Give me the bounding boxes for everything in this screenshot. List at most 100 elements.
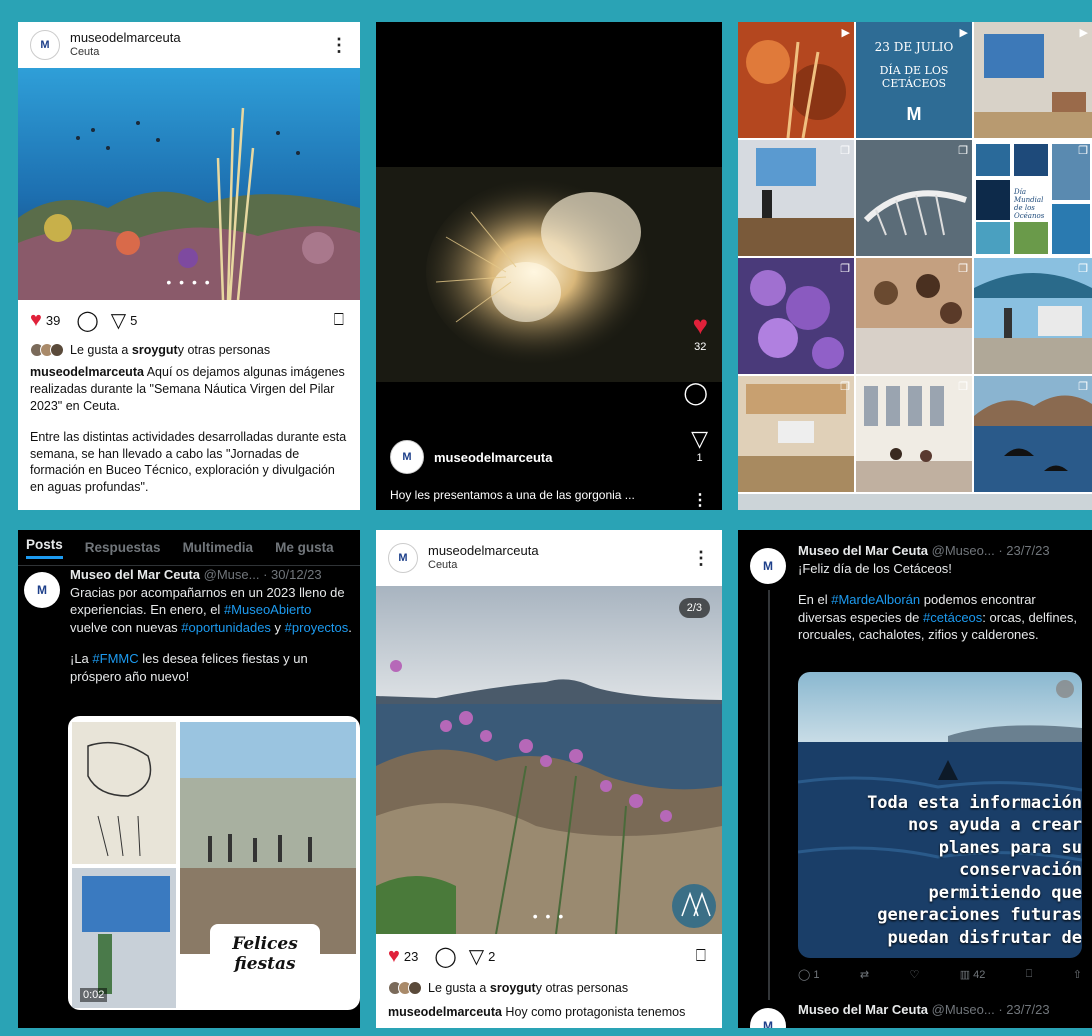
- share-icon[interactable]: ▽: [469, 944, 484, 969]
- post-caption: museodelmarceuta Hoy como protagonista t…: [388, 1005, 686, 1019]
- tweet-text: ¡Feliz día de los Cetáceos!: [798, 560, 952, 576]
- tweet-text: Gracias por acompañarnos en un 2023 llen…: [70, 584, 352, 635]
- bookmark-icon[interactable]: ⎕: [1026, 968, 1033, 981]
- views-button[interactable]: ▥ 42: [960, 968, 986, 981]
- multi-image-icon: ❐: [1078, 381, 1088, 393]
- multi-image-icon: ❐: [1078, 263, 1088, 275]
- username[interactable]: museodelmarceuta: [428, 543, 692, 559]
- location[interactable]: Ceuta: [428, 559, 692, 572]
- bookmark-icon[interactable]: ⎕: [334, 310, 344, 330]
- grid-tile[interactable]: ❐: [738, 140, 854, 256]
- reel-video[interactable]: [376, 22, 722, 382]
- post-actions: ♥ 23 ◯ ▽ 2 ⎕: [376, 934, 722, 978]
- avatar[interactable]: M: [24, 572, 60, 608]
- like-heart-icon[interactable]: ♥: [388, 945, 400, 968]
- more-options-icon[interactable]: ⋮: [692, 490, 708, 510]
- next-tweet-header[interactable]: Museo del Mar Ceuta @Museo... · 23/7/23: [798, 1002, 1050, 1017]
- post-caption: museodelmarceuta Aquí os dejamos algunas…: [30, 365, 347, 495]
- share-icon[interactable]: ⇧: [1073, 968, 1082, 981]
- avatar: [408, 981, 422, 995]
- page-indicator: 2/3: [678, 598, 710, 618]
- grid-tile[interactable]: ❐: [856, 140, 972, 256]
- image-overlay-text: Toda esta información nos ayuda a crear …: [867, 793, 1082, 948]
- like-heart-icon[interactable]: ♥: [693, 310, 708, 341]
- carousel-indicator: • • •: [532, 908, 566, 924]
- avatar[interactable]: M: [750, 548, 786, 584]
- comment-icon[interactable]: ◯: [76, 308, 98, 333]
- grid-tile[interactable]: ❐: [856, 258, 972, 374]
- shares-count: 5: [130, 312, 138, 328]
- reel-author[interactable]: M museodelmarceuta: [390, 440, 553, 474]
- post-header: M museodelmarceuta Ceuta ⋮: [376, 530, 722, 586]
- reel-icon: ▶: [1079, 27, 1088, 39]
- post-header: M museodelmarceuta Ceuta ⋮: [18, 22, 360, 68]
- media-badge-icon: [1056, 680, 1074, 698]
- multi-image-icon: ❐: [958, 145, 968, 157]
- grid-tile[interactable]: ▶: [738, 22, 854, 138]
- reel-caption[interactable]: Hoy les presentamos a una de las gorgoni…: [390, 488, 680, 502]
- shares-count: 2: [488, 948, 496, 964]
- multi-image-icon: ❐: [840, 263, 850, 275]
- shares-count: 1: [696, 452, 703, 464]
- instagram-post-panel-2: M museodelmarceuta Ceuta ⋮ 2/3 • • • ♥ 2…: [376, 530, 722, 1028]
- share-icon[interactable]: ▽: [111, 308, 126, 333]
- grid-tile[interactable]: Día Mundial de los Océanos ❐: [974, 140, 1092, 256]
- multi-image-icon: ❐: [840, 381, 850, 393]
- coast-photo: [376, 586, 722, 934]
- avatar: M: [390, 440, 424, 474]
- avatar[interactable]: M: [30, 30, 60, 60]
- likes-count: 39: [45, 312, 61, 328]
- tab-replies[interactable]: Respuestas: [85, 540, 161, 555]
- like-icon[interactable]: ♡: [909, 968, 919, 981]
- instagram-reel-panel: ♥ 32 ◯ ▽ 1 ⋮ M museodelmarceuta Hoy les …: [376, 22, 722, 510]
- grid-tile[interactable]: ❐: [974, 258, 1092, 374]
- post-actions: ♥ 39 ◯ ▽ 5 ⎕: [18, 300, 360, 340]
- author-handle: @Muse... · 30/12/23: [203, 567, 322, 582]
- x-profile-panel: Posts Respuestas Multimedia Me gusta M M…: [18, 530, 360, 1028]
- comment-icon[interactable]: ◯: [434, 944, 456, 969]
- tweet-media-collage[interactable]: Felices fiestas 0:02: [68, 716, 360, 1010]
- author-name[interactable]: Museo del Mar Ceuta: [798, 543, 928, 558]
- repost-icon[interactable]: ⇄: [860, 968, 869, 981]
- avatar[interactable]: M: [750, 1008, 786, 1028]
- avatar: [50, 343, 64, 357]
- instagram-post-panel-1: M museodelmarceuta Ceuta ⋮ • • • • ♥ 39 …: [18, 22, 360, 510]
- grid-tile[interactable]: ❐: [974, 376, 1092, 492]
- reef-photo: [18, 68, 360, 300]
- carousel-indicator: • • • •: [166, 274, 212, 290]
- tab-likes[interactable]: Me gusta: [275, 540, 334, 555]
- bookmark-icon[interactable]: ⎕: [696, 946, 706, 966]
- greeting-card: Felices fiestas: [210, 924, 320, 994]
- grid-tile[interactable]: ❐: [738, 376, 854, 492]
- likes-count: 32: [694, 341, 707, 353]
- grid-tile[interactable]: ❐: [856, 376, 972, 492]
- likes-count: 23: [403, 948, 419, 964]
- profile-tabs: Posts Respuestas Multimedia Me gusta: [18, 530, 360, 566]
- share-icon[interactable]: ▽: [691, 426, 708, 452]
- museum-logo: M: [906, 104, 922, 124]
- avatar[interactable]: M: [388, 543, 418, 573]
- grid-tile[interactable]: ▶: [974, 22, 1092, 138]
- multi-image-icon: ❐: [958, 381, 968, 393]
- multi-image-icon: ❐: [1078, 145, 1088, 157]
- more-options-icon[interactable]: ⋮: [330, 35, 348, 56]
- author-name[interactable]: Museo del Mar Ceuta: [70, 567, 200, 582]
- multi-image-icon: ❐: [958, 263, 968, 275]
- like-heart-icon[interactable]: ♥: [30, 309, 42, 332]
- username[interactable]: museodelmarceuta: [70, 30, 330, 46]
- more-options-icon[interactable]: ⋮: [692, 548, 710, 569]
- liked-by[interactable]: Le gusta a sroygut y otras personas: [18, 340, 360, 360]
- grid-tile[interactable]: ❐: [738, 258, 854, 374]
- grid-tile[interactable]: 23 DE JULIO DÍA DE LOS CETÁCEOS M ▶: [856, 22, 972, 138]
- location[interactable]: Ceuta: [70, 46, 330, 59]
- post-photo[interactable]: • • • •: [18, 68, 360, 300]
- video-duration: 0:02: [80, 988, 108, 1002]
- tab-posts[interactable]: Posts: [26, 537, 63, 559]
- liked-by[interactable]: Le gusta a sroygut y otras personas: [376, 978, 722, 998]
- x-post-panel: M Museo del Mar Ceuta @Museo... · 23/7/2…: [738, 530, 1092, 1028]
- reply-button[interactable]: ◯ 1: [798, 968, 820, 981]
- reel-icon: ▶: [841, 27, 850, 39]
- post-photo[interactable]: 2/3 • • •: [376, 586, 722, 934]
- tab-media[interactable]: Multimedia: [183, 540, 254, 555]
- comment-icon[interactable]: ◯: [683, 380, 708, 406]
